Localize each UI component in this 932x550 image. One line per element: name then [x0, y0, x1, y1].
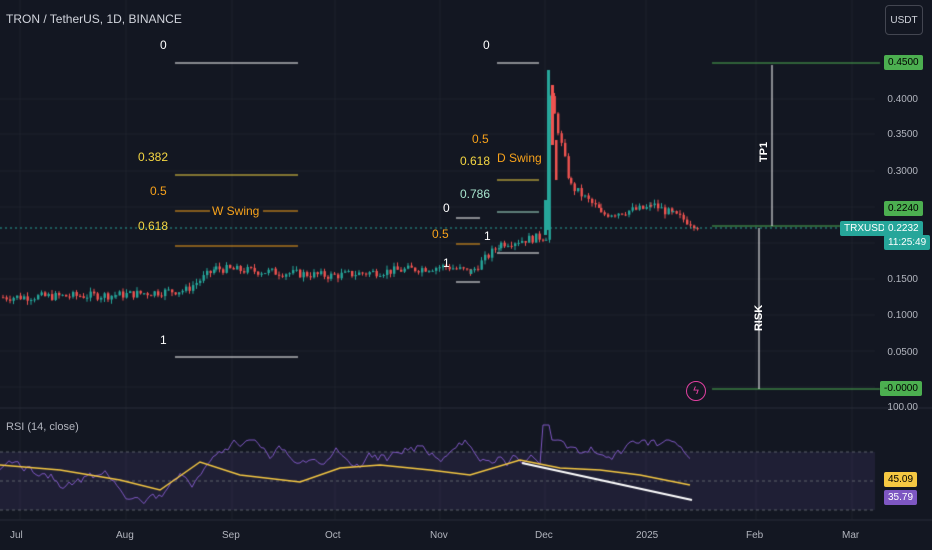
rsi-title: RSI (14, close): [6, 421, 79, 433]
time-tick: Dec: [535, 530, 553, 541]
d-swing-label: D Swing: [497, 151, 542, 165]
tp-price-tag: 0.4500: [884, 55, 923, 70]
fib-small-1a-label: 1: [484, 229, 491, 243]
risk-zero-tag: -0.0000: [880, 381, 922, 396]
time-tick: Jul: [10, 530, 23, 541]
risk-label: RISK: [753, 304, 766, 332]
price-tick: 0.1000: [887, 310, 918, 321]
fib-w-618-label: 0.618: [138, 219, 169, 233]
fib-d-5-label: 0.5: [472, 132, 489, 146]
symbol-title: TRON / TetherUS, 1D, BINANCE: [6, 12, 182, 26]
fib-w-1-label: 1: [160, 333, 167, 347]
price-tick: 0.3000: [887, 166, 918, 177]
time-tick: Feb: [746, 530, 764, 541]
time-tick: Nov: [430, 530, 448, 541]
fib-w-382-label: 0.382: [138, 150, 169, 164]
time-tick: 2025: [636, 530, 659, 541]
lightning-alert-icon[interactable]: ϟ: [686, 381, 706, 401]
fib-d-0-label: 0: [483, 38, 490, 52]
price-chart-canvas[interactable]: [0, 0, 932, 550]
time-tick: Aug: [116, 530, 134, 541]
fib-small-5-label: 0.5: [432, 227, 449, 241]
time-tick: Oct: [325, 530, 341, 541]
price-tick: 0.3500: [887, 129, 918, 140]
fib-small-1b-label: 1: [443, 256, 450, 270]
fib-w-0-label: 0: [160, 38, 167, 52]
rsi-ma-tag: 45.09: [884, 472, 918, 487]
price-tick: 0.4000: [887, 94, 918, 105]
last-price-tag: 0.2232: [884, 221, 923, 236]
rsi-top-tick: 100.00: [887, 402, 918, 413]
rsi-value-tag: 35.79: [884, 490, 918, 505]
fib-d-618-label: 0.618: [460, 154, 491, 168]
fib-small-0-label: 0: [443, 201, 450, 215]
tp1-label: TP1: [758, 141, 771, 163]
w-swing-label: W Swing: [212, 204, 260, 218]
entry-price-tag: 0.2240: [884, 201, 923, 216]
time-tick: Mar: [842, 530, 860, 541]
currency-button[interactable]: USDT: [885, 5, 923, 35]
fib-w-5-label: 0.5: [150, 184, 167, 198]
time-tick: Sep: [222, 530, 240, 541]
fib-d-786-label: 0.786: [460, 187, 491, 201]
price-tick: 0.0500: [887, 347, 918, 358]
price-tick: 0.1500: [887, 274, 918, 285]
countdown-tag: 11:25:49: [884, 235, 931, 250]
